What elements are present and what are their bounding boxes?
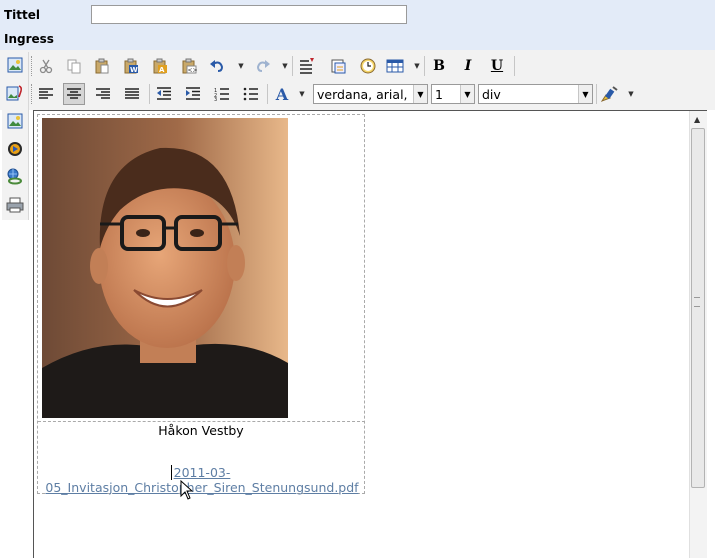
block-format-select[interactable]: div ▼ [478,84,593,104]
undo-icon[interactable] [206,55,228,77]
photo-caption: Håkon Vestby [158,423,244,438]
justify-icon[interactable] [121,83,143,105]
align-center-icon[interactable] [63,83,85,105]
numbered-list-icon[interactable]: 123 [211,83,233,105]
outdent-icon[interactable] [153,83,175,105]
font-family-select[interactable]: verdana, arial, ▼ [313,84,428,104]
mouse-pointer-icon [180,479,194,503]
underline-button[interactable]: U [486,55,508,77]
table-row-divider [38,421,365,422]
font-color-button[interactable]: A [271,83,293,105]
font-family-value: verdana, arial, [317,87,408,102]
font-color-dropdown-icon[interactable]: ▼ [297,83,307,105]
toolbar-separator [267,84,268,104]
font-size-select[interactable]: 1 ▼ [431,84,475,104]
toolbar-separator [292,56,293,76]
title-input[interactable] [91,5,407,24]
block-format-value: div [482,87,501,102]
paste-from-word-icon[interactable]: W [120,55,142,77]
align-left-icon[interactable] [35,83,57,105]
text-caret [171,465,172,480]
portrait-photo[interactable] [42,118,288,418]
bulleted-list-icon[interactable] [240,83,262,105]
format-brush-icon[interactable] [599,83,621,105]
paste-plain-text-icon[interactable]: A [149,55,171,77]
scrollbar-grip [694,297,700,307]
editor-scrollbar[interactable]: ▲ [689,111,707,558]
file-link-line-1[interactable]: 2011-03- [38,465,366,480]
redo-dropdown-icon[interactable]: ▼ [280,55,290,77]
title-label: Tittel [4,8,41,22]
format-brush-dropdown-icon[interactable]: ▼ [626,83,636,105]
svg-text:A: A [159,66,165,74]
toolbar-row-1: W A <> ▼ ▼ ▼ B I U [30,53,520,79]
svg-text:3: 3 [214,97,217,101]
svg-text:<>: <> [188,67,198,74]
chevron-down-icon[interactable]: ▼ [578,85,592,103]
chevron-down-icon[interactable]: ▼ [413,85,427,103]
insert-image-icon[interactable] [5,55,25,75]
redo-icon[interactable] [252,55,274,77]
toolbar-separator [424,56,425,76]
align-right-icon[interactable] [92,83,114,105]
print-icon[interactable] [5,195,25,215]
italic-button[interactable]: I [457,55,479,77]
image-manager-icon[interactable] [5,111,25,131]
paste-html-icon[interactable]: <> [178,55,200,77]
file-link-line-2[interactable]: 05_Invitasjon_Christopher_Siren_Stenungs… [38,480,366,495]
font-size-value: 1 [435,87,443,102]
toolbar-separator [149,84,150,104]
svg-text:W: W [130,66,138,74]
format-stripper-icon[interactable] [296,55,318,77]
bold-button[interactable]: B [428,55,450,77]
toolbar-separator [514,56,515,76]
editor-sidebar [2,52,29,220]
undo-dropdown-icon[interactable]: ▼ [236,55,246,77]
scrollbar-thumb[interactable] [691,128,705,488]
insert-media-icon[interactable] [5,139,25,159]
insert-table-icon[interactable] [384,55,406,77]
table-dropdown-icon[interactable]: ▼ [412,55,422,77]
insert-date-icon[interactable] [357,55,379,77]
insert-snippet-icon[interactable] [327,55,349,77]
cut-icon[interactable] [35,55,57,77]
insert-link-icon[interactable] [5,167,25,187]
paste-icon[interactable] [91,55,113,77]
ingress-label: Ingress [4,32,54,46]
scroll-up-icon[interactable]: ▲ [694,115,700,124]
toolbar-row-2: 123 A ▼ verdana, arial, ▼ 1 ▼ div ▼ ▼ [30,81,650,107]
copy-icon[interactable] [63,55,85,77]
chevron-down-icon[interactable]: ▼ [460,85,474,103]
toolbar-separator [596,84,597,104]
indent-icon[interactable] [182,83,204,105]
insert-document-icon[interactable] [5,83,25,103]
